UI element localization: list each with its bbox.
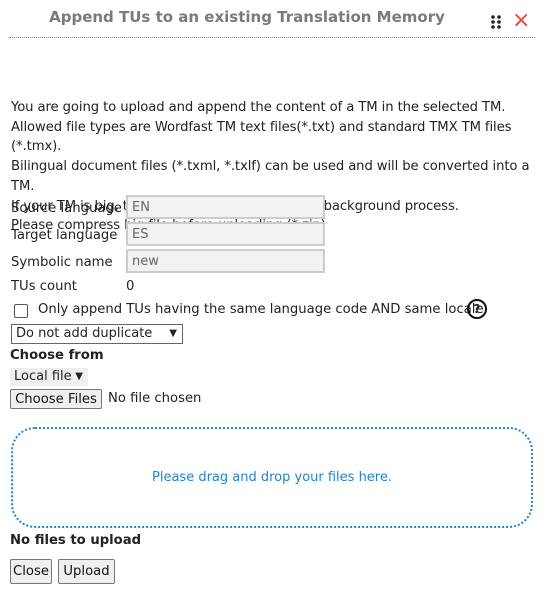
duplicate-select[interactable]: Do not add duplicate ▼ xyxy=(11,324,183,344)
close-button[interactable]: Close xyxy=(10,559,52,584)
target-language-label: Target language xyxy=(11,228,118,243)
symbolic-name-label: Symbolic name xyxy=(11,255,113,270)
chevron-down-icon: ▼ xyxy=(75,371,83,382)
tus-count-label: TUs count xyxy=(11,279,77,294)
close-icon[interactable]: × xyxy=(512,8,530,34)
file-status: No file chosen xyxy=(108,391,202,406)
intro-line: Allowed file types are Wordfast TM text … xyxy=(11,119,512,155)
tus-count-value: 0 xyxy=(126,279,135,294)
divider xyxy=(9,37,535,38)
upload-status: No files to upload xyxy=(10,533,142,548)
dialog-title: Append TUs to an existing Translation Me… xyxy=(49,8,445,26)
symbolic-name-field[interactable] xyxy=(126,249,325,273)
source-select-value: Local file xyxy=(14,369,72,384)
dropzone[interactable]: Please drag and drop your files here. xyxy=(11,427,533,528)
help-icon[interactable]: ? xyxy=(467,299,487,319)
upload-button[interactable]: Upload xyxy=(58,559,115,584)
source-language-label: Source language xyxy=(11,201,122,216)
locale-checkbox-label: Only append TUs having the same language… xyxy=(38,302,488,317)
drag-handle-icon[interactable] xyxy=(490,14,502,30)
dropzone-text: Please drag and drop your files here. xyxy=(152,470,392,485)
source-language-field[interactable] xyxy=(126,195,325,219)
intro-line: Bilingual document files (*.txml, *.txlf… xyxy=(11,159,530,194)
choose-from-label: Choose from xyxy=(10,348,104,363)
choose-files-button[interactable]: Choose Files xyxy=(10,389,102,409)
duplicate-select-value: Do not add duplicate xyxy=(16,326,153,341)
locale-checkbox[interactable] xyxy=(14,304,28,318)
intro-line: You are going to upload and append the c… xyxy=(11,100,506,115)
chevron-down-icon: ▼ xyxy=(169,328,177,339)
source-select[interactable]: Local file ▼ xyxy=(10,368,88,386)
target-language-field[interactable] xyxy=(126,222,325,246)
